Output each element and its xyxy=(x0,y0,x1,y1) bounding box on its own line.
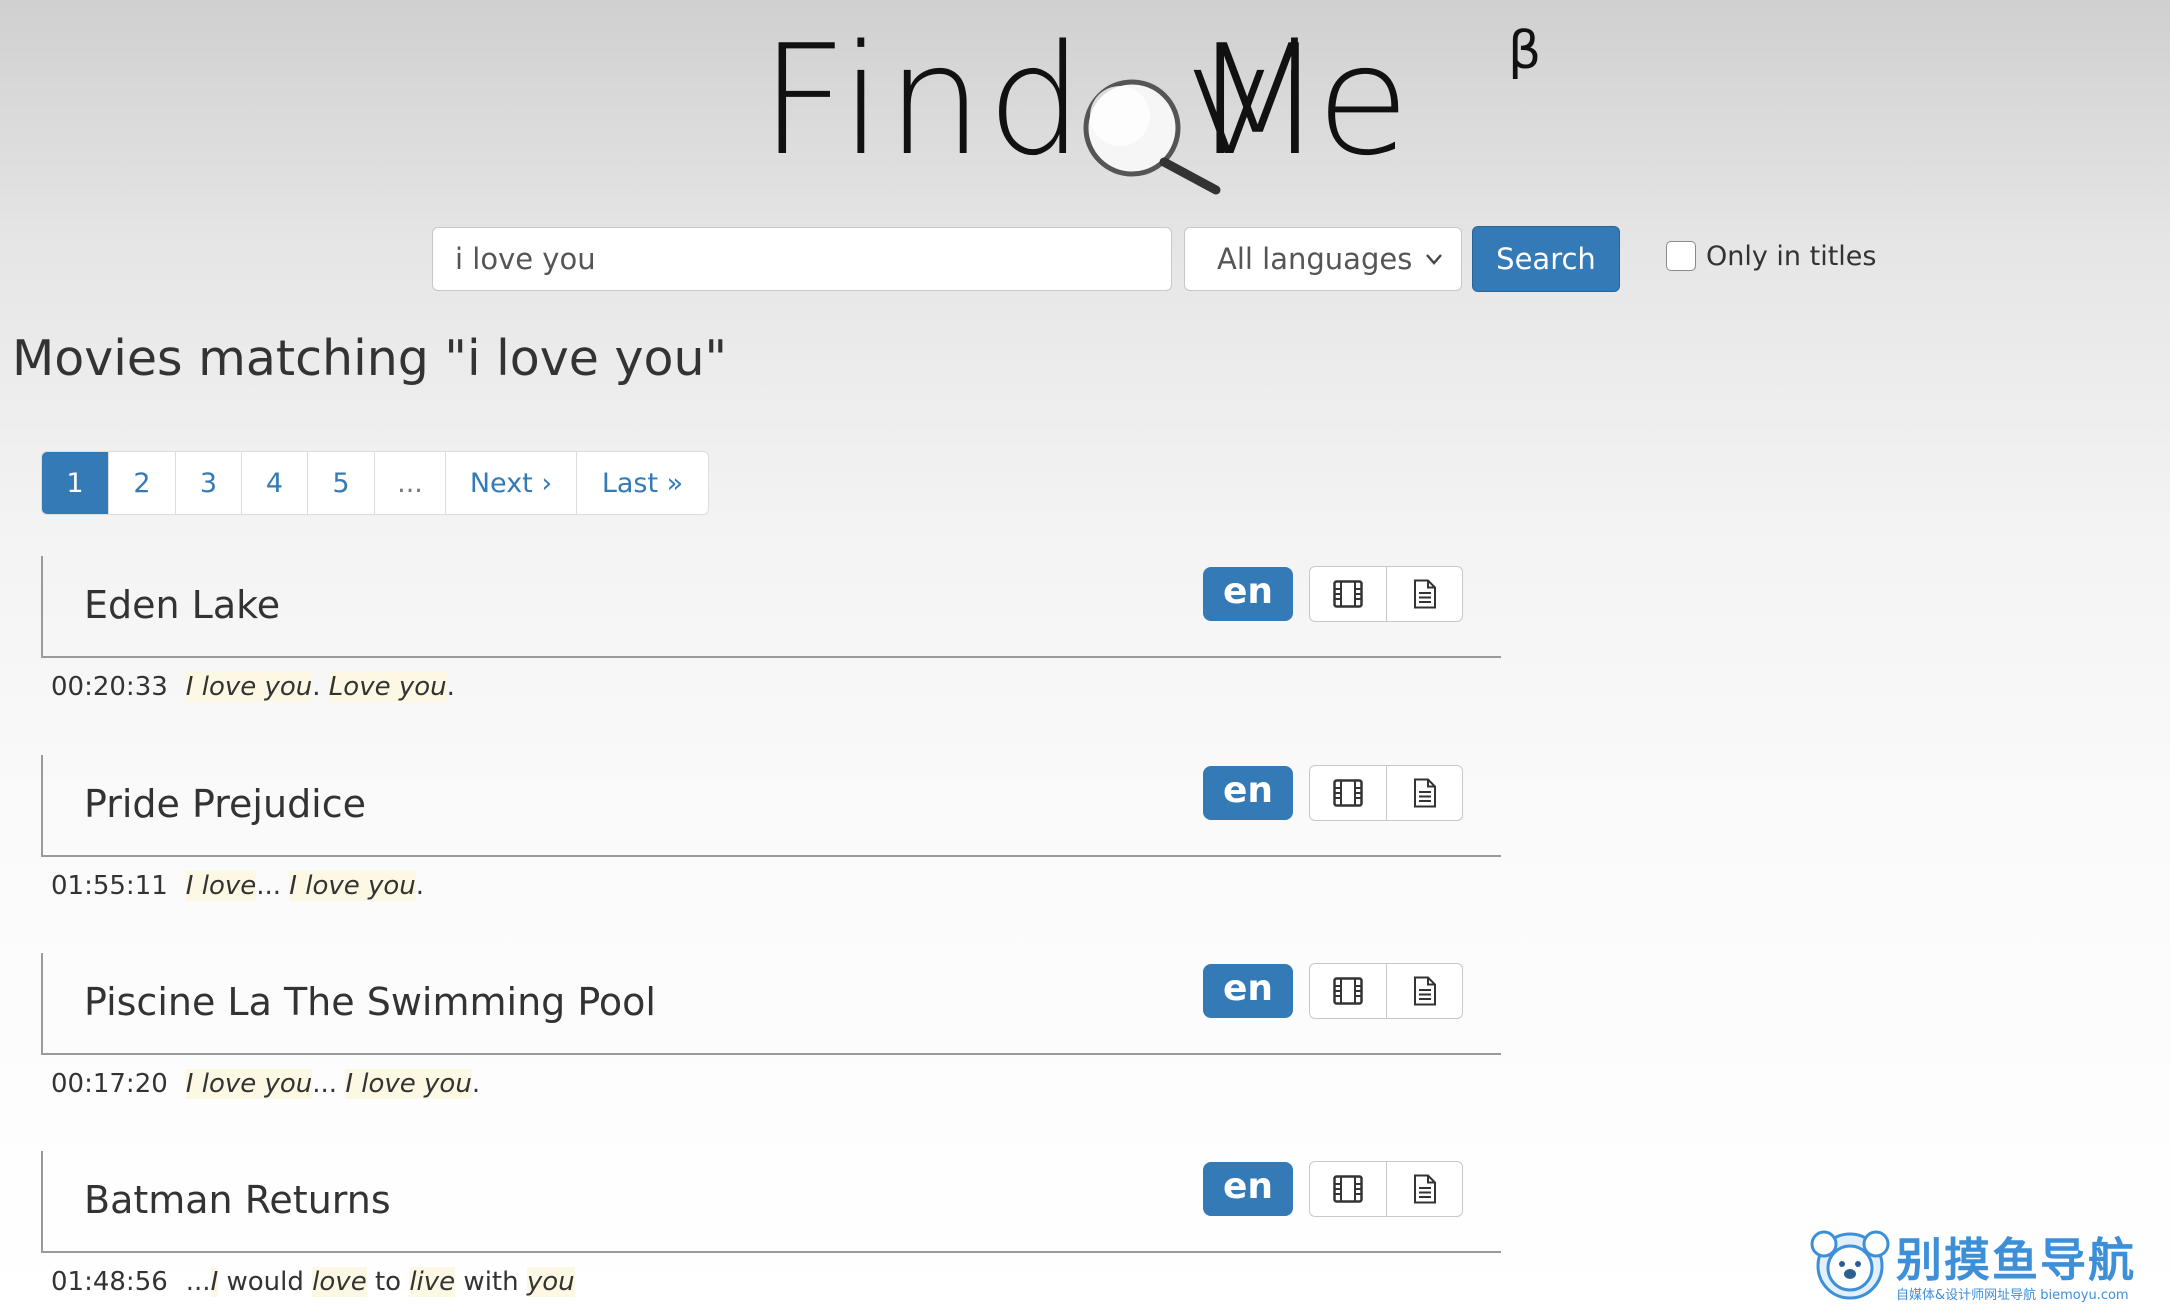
result-item: Batman Returns en 01:48:56 ...I would lo… xyxy=(41,1151,1501,1297)
quote-text: ...I would love to live with you xyxy=(186,1267,575,1297)
language-badge: en xyxy=(1203,567,1293,621)
beta-mark: β xyxy=(1508,21,1541,81)
subtitle-quote: 00:17:20 I love you... I love you. xyxy=(51,1069,1501,1099)
results-heading: Movies matching "i love you" xyxy=(12,330,728,387)
language-badge: en xyxy=(1203,766,1293,820)
language-select[interactable]: All languages xyxy=(1184,227,1462,291)
quote-fragment: with xyxy=(455,1267,527,1297)
highlighted-match: I love you xyxy=(185,672,313,702)
chevron-down-icon xyxy=(1426,254,1442,265)
result-item: Piscine La The Swimming Pool en 00:17:20… xyxy=(41,953,1501,1099)
document-icon xyxy=(1413,778,1436,808)
result-actions xyxy=(1309,1161,1463,1217)
quote-fragment: . xyxy=(471,1069,481,1099)
highlighted-match: I love xyxy=(185,871,257,901)
timestamp: 00:17:20 xyxy=(51,1069,168,1099)
result-header: Piscine La The Swimming Pool en xyxy=(41,953,1501,1055)
timestamp: 00:20:33 xyxy=(51,672,168,702)
quote-fragment: ... xyxy=(185,1267,211,1297)
quote-fragment: to xyxy=(366,1267,410,1297)
quote-fragment: would xyxy=(218,1267,313,1297)
koala-logo-icon xyxy=(1810,1230,1890,1300)
quote-text: I love... I love you. xyxy=(185,871,425,901)
subtitle-quote: 01:48:56 ...I would love to live with you xyxy=(51,1267,1501,1297)
movie-title[interactable]: Batman Returns xyxy=(84,1178,391,1222)
language-badge: en xyxy=(1203,1162,1293,1216)
film-button[interactable] xyxy=(1310,964,1386,1018)
timestamp: 01:55:11 xyxy=(51,871,168,901)
result-item: Pride Prejudice en 01:55:11 I love... I … xyxy=(41,755,1501,901)
result-actions xyxy=(1309,765,1463,821)
site-watermark: 别摸鱼导航 自媒体&设计师网址导航 biemoyu.com xyxy=(1810,1222,2160,1303)
result-item: Eden Lake en 00:20:33 I love you. Love y… xyxy=(41,556,1501,702)
film-button[interactable] xyxy=(1310,1162,1386,1216)
result-actions xyxy=(1309,963,1463,1019)
quote-fragment: ... xyxy=(256,871,290,901)
language-select-value: All languages xyxy=(1217,242,1413,276)
highlighted-match: love xyxy=(312,1267,367,1297)
highlighted-match: you xyxy=(526,1267,575,1297)
film-button[interactable] xyxy=(1310,567,1386,621)
quote-fragment: . xyxy=(312,672,329,702)
subtitle-file-button[interactable] xyxy=(1386,766,1462,820)
result-header: Pride Prejudice en xyxy=(41,755,1501,857)
quote-text: I love you. Love you. xyxy=(185,672,455,702)
page-4-link[interactable]: 4 xyxy=(242,452,308,514)
svg-text:vie: vie xyxy=(1184,12,1410,189)
search-input[interactable] xyxy=(432,227,1172,291)
only-in-titles-label: Only in titles xyxy=(1706,240,1877,272)
language-badge: en xyxy=(1203,964,1293,1018)
subtitle-file-button[interactable] xyxy=(1386,964,1462,1018)
result-header: Batman Returns en xyxy=(41,1151,1501,1253)
page-5-link[interactable]: 5 xyxy=(308,452,375,514)
quote-fragment: ... xyxy=(312,1069,346,1099)
result-header: Eden Lake en xyxy=(41,556,1501,658)
page-2-link[interactable]: 2 xyxy=(109,452,176,514)
next-page-link[interactable]: Next › xyxy=(446,452,577,514)
page-3-link[interactable]: 3 xyxy=(176,452,242,514)
film-icon xyxy=(1333,580,1363,608)
movie-title[interactable]: Eden Lake xyxy=(84,583,280,627)
document-icon xyxy=(1413,976,1436,1006)
pagination: 1 2 3 4 5 ... Next › Last » xyxy=(41,451,709,515)
subtitle-file-button[interactable] xyxy=(1386,1162,1462,1216)
film-button[interactable] xyxy=(1310,766,1386,820)
film-icon xyxy=(1333,977,1363,1005)
subtitle-file-button[interactable] xyxy=(1386,567,1462,621)
quote-fragment: . xyxy=(446,672,455,702)
page-1-link[interactable]: 1 xyxy=(42,452,109,514)
film-icon xyxy=(1333,1175,1363,1203)
find-movie-logo[interactable]: Find M vie β xyxy=(760,10,1580,200)
quote-text: I love you... I love you. xyxy=(185,1069,481,1099)
highlighted-match: I love you xyxy=(185,1069,313,1099)
only-in-titles-checkbox[interactable] xyxy=(1666,241,1696,271)
highlighted-match: I love you xyxy=(345,1069,472,1099)
result-actions xyxy=(1309,566,1463,622)
highlighted-match: live xyxy=(409,1267,456,1297)
watermark-tagline: 自媒体&设计师网址导航 biemoyu.com xyxy=(1896,1288,2129,1303)
timestamp: 01:48:56 xyxy=(51,1267,168,1297)
quote-fragment: . xyxy=(415,871,425,901)
subtitle-quote: 01:55:11 I love... I love you. xyxy=(51,871,1501,901)
document-icon xyxy=(1413,1174,1436,1204)
subtitle-quote: 00:20:33 I love you. Love you. xyxy=(51,672,1501,702)
watermark-name: 别摸鱼导航 xyxy=(1896,1233,2136,1287)
only-in-titles-toggle[interactable]: Only in titles xyxy=(1666,238,1876,274)
page-ellipsis: ... xyxy=(375,452,446,514)
search-button[interactable]: Search xyxy=(1472,226,1620,292)
film-icon xyxy=(1333,779,1363,807)
movie-title[interactable]: Piscine La The Swimming Pool xyxy=(84,980,656,1024)
highlighted-match: I love you xyxy=(289,871,416,901)
highlighted-match: Love you xyxy=(328,672,447,702)
movie-title[interactable]: Pride Prejudice xyxy=(84,782,366,826)
last-page-link[interactable]: Last » xyxy=(577,452,708,514)
document-icon xyxy=(1413,579,1436,609)
